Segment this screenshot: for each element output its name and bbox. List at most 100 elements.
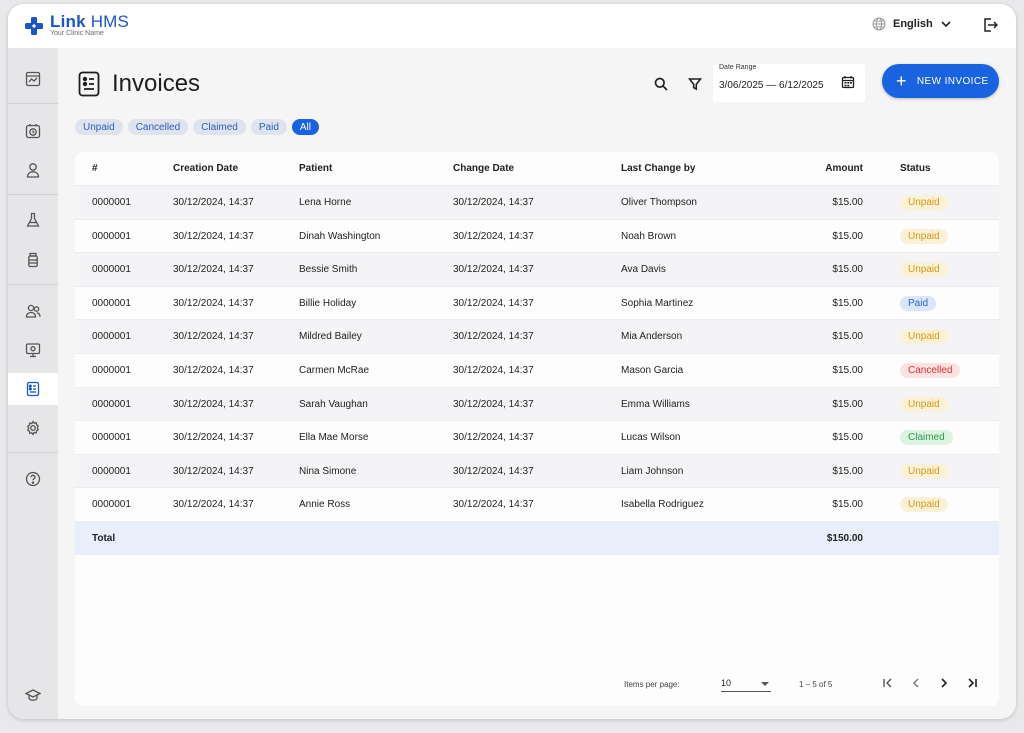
cell-amount: $15.00 <box>832 230 863 242</box>
items-per-page-value: 10 <box>721 678 732 688</box>
clock-calendar-icon <box>25 124 41 139</box>
chevron-right-icon <box>941 678 948 688</box>
cell-patient: Lena Horne <box>299 197 352 208</box>
table-row[interactable]: 0000001 30/12/2024, 14:37 Ella Mae Morse 30… <box>75 420 999 454</box>
cell-creation-date: 30/12/2024, 14:37 <box>173 297 254 309</box>
status-badge: Claimed <box>900 430 953 446</box>
app-window: Link HMS Your Clinic Name English Invoic… <box>8 4 1016 719</box>
filter-chip-all[interactable]: All <box>291 119 320 135</box>
cell-last-change-by: Sophia Martinez <box>621 297 694 309</box>
filter-button[interactable] <box>683 72 707 96</box>
cell-creation-date: 30/12/2024, 14:37 <box>173 499 254 511</box>
table-total-row: Total $150.00 <box>75 521 999 555</box>
date-range-value: 3/06/2025 — 6/12/2025 <box>719 80 824 91</box>
app-name-light: HMS <box>90 12 130 31</box>
page-header: Invoices <box>78 70 200 98</box>
cell-last-change-by: Mia Anderson <box>621 331 683 343</box>
calendar-icon[interactable] <box>841 75 855 89</box>
cell-status: Unpaid <box>900 388 948 421</box>
sidebar-item-pharmacy[interactable] <box>8 244 58 276</box>
search-button[interactable] <box>649 72 673 96</box>
cell-creation-date: 30/12/2024, 14:37 <box>173 230 254 242</box>
column-header-id[interactable]: # <box>92 152 98 185</box>
column-header-patient[interactable]: Patient <box>299 152 332 185</box>
sidebar-item-lab[interactable] <box>8 204 58 236</box>
column-header-change-date[interactable]: Change Date <box>453 152 514 185</box>
clinic-name: Your Clinic Name <box>50 30 104 37</box>
caret-down-icon <box>761 682 769 686</box>
app-logo[interactable]: Link HMS Your Clinic Name <box>24 13 129 38</box>
table-row[interactable]: 0000001 30/12/2024, 14:37 Billie Holiday 30… <box>75 285 999 320</box>
page-title: Invoices <box>112 70 201 97</box>
cell-change-date: 30/12/2024, 14:37 <box>453 264 534 276</box>
table-row[interactable]: 0000001 30/12/2024, 14:37 Nina Simone 30/12… <box>75 453 999 488</box>
filter-chip-paid[interactable]: Paid <box>250 119 287 135</box>
table-row[interactable]: 0000001 30/12/2024, 14:37 Sarah Vaughan 30/… <box>75 386 999 421</box>
sidebar-item-appointments[interactable] <box>8 115 58 147</box>
items-per-page-select[interactable]: 10 <box>721 674 771 692</box>
cell-change-date: 30/12/2024, 14:37 <box>453 331 534 343</box>
cell-last-change-by: Mason Garcia <box>621 365 684 376</box>
cell-id: 0000001 <box>92 197 131 208</box>
sidebar-item-training[interactable] <box>8 679 58 711</box>
sidebar-item-monitor[interactable] <box>8 334 58 366</box>
table-row[interactable]: 0000001 30/12/2024, 14:37 Carmen McRae 30/1… <box>75 353 999 387</box>
logout-button[interactable] <box>982 17 999 38</box>
dashboard-icon <box>25 71 41 87</box>
cell-last-change-by: Oliver Thompson <box>621 197 697 208</box>
cell-id: 0000001 <box>92 398 131 410</box>
column-header-last-change-by[interactable]: Last Change by <box>621 152 695 185</box>
status-badge: Unpaid <box>900 396 948 412</box>
new-invoice-button[interactable]: + NEW INVOICE <box>882 64 999 98</box>
cell-last-change-by: Emma Williams <box>621 398 690 410</box>
filter-chip-claimed[interactable]: Claimed <box>193 119 246 135</box>
first-page-button[interactable] <box>880 675 896 691</box>
sidebar-item-settings[interactable] <box>8 412 58 444</box>
cell-id: 0000001 <box>92 297 131 309</box>
cell-patient: Mildred Bailey <box>299 331 362 343</box>
last-page-button[interactable] <box>964 675 980 691</box>
cell-amount: $15.00 <box>832 264 863 276</box>
table-row[interactable]: 0000001 30/12/2024, 14:37 Mildred Bailey 30… <box>75 319 999 354</box>
filter-chip-cancelled[interactable]: Cancelled <box>127 119 189 135</box>
cell-change-date: 30/12/2024, 14:37 <box>453 465 534 477</box>
total-label: Total <box>92 533 116 544</box>
status-badge: Unpaid <box>900 195 948 210</box>
column-header-creation-date[interactable]: Creation Date <box>173 152 238 185</box>
app-name: Link HMS <box>50 13 129 30</box>
column-header-status[interactable]: Status <box>900 152 931 185</box>
pagination-range: 1 – 5 of 5 <box>799 680 833 689</box>
sidebar-item-dashboard[interactable] <box>8 63 58 95</box>
users-icon <box>25 304 41 318</box>
invoice-icon <box>26 381 40 397</box>
table-row[interactable]: 0000001 30/12/2024, 14:37 Bessie Smith 30/1… <box>75 252 999 287</box>
globe-icon <box>872 17 886 31</box>
gear-icon <box>26 420 40 436</box>
pagination: Items per page: 10 1 – 5 of 5 <box>75 672 999 702</box>
sidebar-item-help[interactable] <box>8 463 58 495</box>
cell-status: Unpaid <box>900 220 948 253</box>
cell-id: 0000001 <box>92 432 131 444</box>
sidebar-item-staff[interactable] <box>8 295 58 327</box>
cell-creation-date: 30/12/2024, 14:37 <box>173 331 254 343</box>
previous-page-button[interactable] <box>908 675 924 691</box>
table-row[interactable]: 0000001 30/12/2024, 14:37 Dinah Washington… <box>75 218 999 253</box>
cell-status: Unpaid <box>900 455 948 488</box>
status-filter-chips: Unpaid Cancelled Claimed Paid All <box>75 119 324 135</box>
date-range-field[interactable]: Date Range 3/06/2025 — 6/12/2025 <box>713 64 865 102</box>
sidebar-item-patients[interactable] <box>8 154 58 186</box>
table-row[interactable]: 0000001 30/12/2024, 14:37 Annie Ross 30/12/… <box>75 487 999 521</box>
cell-change-date: 30/12/2024, 14:37 <box>453 499 534 511</box>
filter-chip-unpaid[interactable]: Unpaid <box>75 119 123 135</box>
language-selector[interactable]: English <box>872 17 958 31</box>
cell-id: 0000001 <box>92 331 131 343</box>
cell-id: 0000001 <box>92 499 131 511</box>
next-page-button[interactable] <box>936 675 952 691</box>
table-row[interactable]: 0000001 30/12/2024, 14:37 Lena Horne 30/12/… <box>75 185 999 219</box>
filter-icon <box>688 78 702 91</box>
cell-id: 0000001 <box>92 365 131 376</box>
sidebar-item-invoices[interactable] <box>8 373 58 405</box>
column-header-amount[interactable]: Amount <box>795 152 863 185</box>
cell-patient: Nina Simone <box>299 465 357 477</box>
status-badge: Unpaid <box>900 497 948 513</box>
